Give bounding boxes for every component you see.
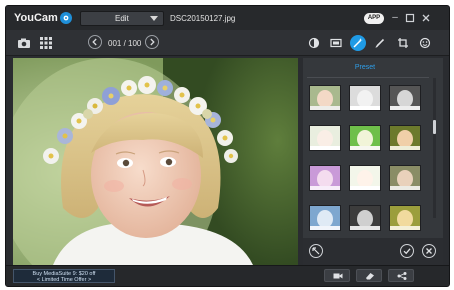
frame-tool[interactable] <box>328 35 344 51</box>
chevron-down-icon <box>150 16 158 21</box>
preset-thumb-9[interactable] <box>389 165 421 191</box>
preset-thumb-10[interactable] <box>309 205 341 231</box>
preset-thumb-2[interactable] <box>349 85 381 111</box>
crop-icon <box>398 38 408 48</box>
grid-icon[interactable] <box>39 36 53 50</box>
preset-thumb-1[interactable] <box>309 85 341 111</box>
apply-check-icon <box>403 248 411 255</box>
preset-thumb-3[interactable] <box>389 85 421 111</box>
apply-button[interactable] <box>400 244 414 258</box>
video-icon <box>333 273 343 279</box>
preset-thumb-12[interactable] <box>389 205 421 231</box>
next-page-button[interactable] <box>145 35 159 49</box>
cancel-x-icon <box>426 248 432 254</box>
mode-dropdown[interactable]: Edit <box>80 11 164 26</box>
brightness-tool[interactable] <box>306 35 322 51</box>
page-counter: 001 / 100 <box>108 39 142 48</box>
brush-icon <box>375 38 385 48</box>
title-bar: YouCam Edit DSC20150127.jpg APP – <box>6 6 449 30</box>
maximize-icon[interactable] <box>404 12 416 24</box>
app-name: YouCam <box>14 12 58 24</box>
cancel-button[interactable] <box>422 244 436 258</box>
app-window: YouCam Edit DSC20150127.jpg APP – 001 / … <box>5 5 450 287</box>
camera-icon[interactable] <box>17 36 31 50</box>
promo-line-2: < Limited Time Offer > <box>36 277 92 283</box>
file-name: DSC20150127.jpg <box>170 14 236 23</box>
crop-tool[interactable] <box>395 35 411 51</box>
video-button[interactable] <box>324 269 350 282</box>
magic-wand-icon <box>353 38 363 48</box>
preset-thumb-8[interactable] <box>349 165 381 191</box>
preset-title: Preset <box>354 64 376 71</box>
prev-page-button[interactable] <box>88 35 102 49</box>
photo-canvas[interactable] <box>13 58 298 265</box>
promo-banner[interactable]: Buy MediaSuite 9: $20 off < Limited Time… <box>13 269 115 283</box>
youcam-logo-icon <box>60 12 72 24</box>
preset-thumb-4[interactable] <box>309 125 341 151</box>
preset-thumb-6[interactable] <box>389 125 421 151</box>
mode-dropdown-value: Edit <box>115 14 129 23</box>
status-bar: Buy MediaSuite 9: $20 off < Limited Time… <box>6 265 449 286</box>
preset-thumb-5[interactable] <box>349 125 381 151</box>
app-button[interactable]: APP <box>364 13 384 24</box>
brush-tool[interactable] <box>372 35 388 51</box>
share-icon <box>397 272 407 280</box>
magic-wand-tool[interactable] <box>350 35 366 51</box>
share-button[interactable] <box>388 269 414 282</box>
preset-thumb-7[interactable] <box>309 165 341 191</box>
eraser-button[interactable] <box>356 269 382 282</box>
chevron-right-icon <box>150 38 155 46</box>
preset-thumb-11[interactable] <box>349 205 381 231</box>
minimize-icon[interactable]: – <box>389 12 401 24</box>
scrollbar-track[interactable] <box>433 78 436 218</box>
face-icon <box>419 37 431 49</box>
frame-icon <box>330 38 342 48</box>
scrollbar-thumb[interactable] <box>433 120 436 134</box>
reset-button[interactable] <box>309 244 323 258</box>
eraser-icon <box>366 273 374 280</box>
preset-panel: Preset <box>303 58 443 265</box>
panel-footer <box>303 238 443 265</box>
toolbar: 001 / 100 <box>6 30 449 56</box>
reset-icon <box>312 247 320 255</box>
brightness-icon <box>308 37 320 49</box>
close-icon[interactable] <box>420 12 432 24</box>
chevron-left-icon <box>92 38 97 46</box>
face-tool[interactable] <box>417 35 433 51</box>
divider <box>307 77 429 78</box>
